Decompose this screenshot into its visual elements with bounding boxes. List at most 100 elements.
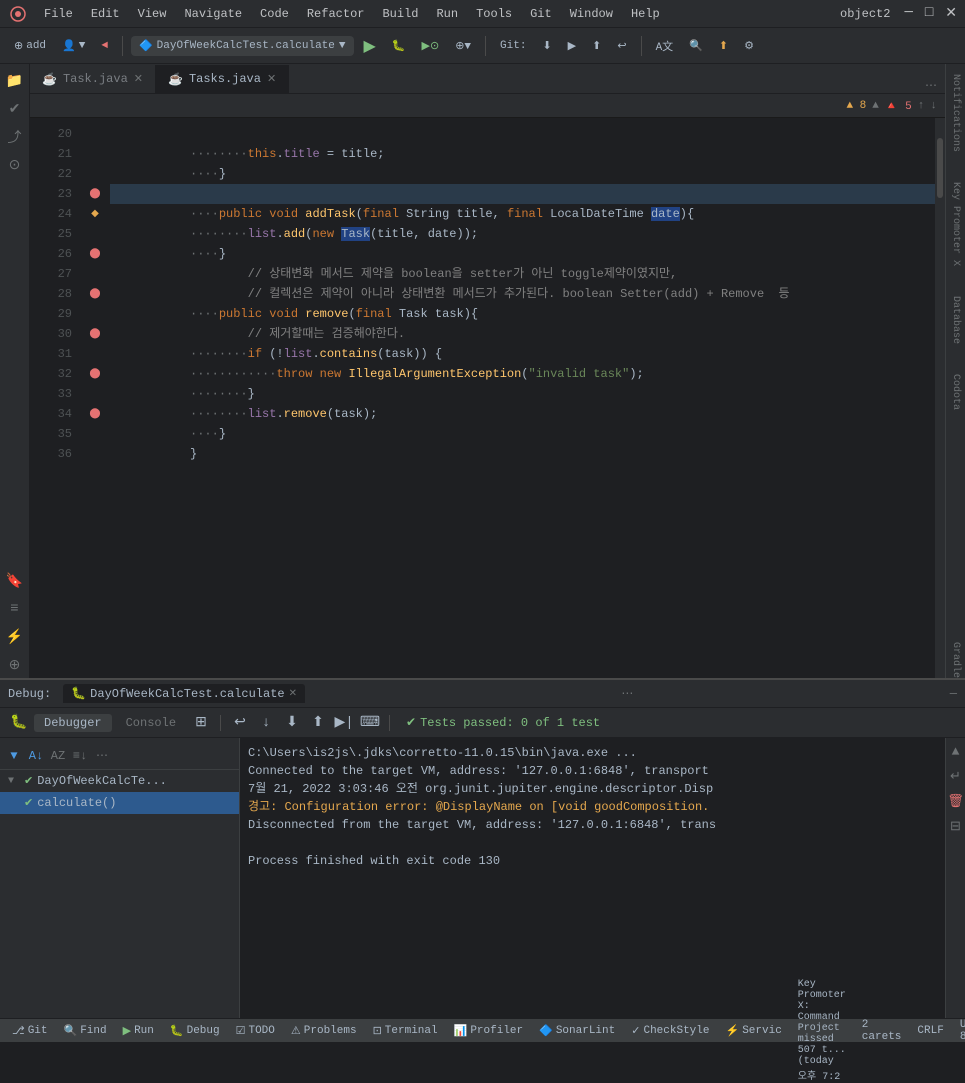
sidebar-pull-requests-icon[interactable]: ⤴ [2,124,28,150]
gutter-23-breakpoint[interactable]: ⬤ [80,184,110,204]
menu-git[interactable]: Git [522,5,560,23]
status-problems-item[interactable]: ⚠ Problems [287,1024,361,1038]
tab-task-java[interactable]: ☕ Task.java ✕ [30,65,156,93]
gutter-28-breakpoint[interactable]: ⬤ [80,284,110,304]
right-panel-database[interactable]: Database [950,296,961,344]
status-find-item[interactable]: 🔍 Find [60,1024,111,1038]
debug-tree-btn-more[interactable]: ⋯ [92,746,112,766]
debug-clear-icon[interactable]: 🗑 [947,794,964,809]
right-panel-notifications[interactable]: Notifications [950,74,961,152]
tab-task-java-close[interactable]: ✕ [134,72,143,86]
back-button[interactable]: ◄ [95,37,114,55]
more-run-button[interactable]: ⊕▼ [449,36,477,56]
error-up-btn[interactable]: ↑ [918,100,925,112]
sidebar-services-icon[interactable]: ⚡ [2,624,28,650]
vcs-button[interactable]: 👤 ▼ [56,36,91,56]
minimize-button[interactable]: ─ [904,5,912,22]
debug-tree-btn-3[interactable]: AZ [48,746,68,766]
status-encoding[interactable]: UTF-8 [956,1019,965,1043]
sidebar-bottom-icon[interactable]: ⊕ [2,652,28,678]
menu-edit[interactable]: Edit [83,5,128,23]
git-button[interactable]: Git: [494,37,532,55]
right-panel-gradle[interactable]: Gradle [950,642,961,678]
debug-tree-btn-2[interactable]: A↓ [26,746,46,766]
right-panel-codota[interactable]: Codota [950,374,961,410]
status-profiler-item[interactable]: 📊 Profiler [450,1024,528,1038]
debug-tab-debugger[interactable]: Debugger [34,714,112,732]
status-run-item[interactable]: ▶ Run [119,1024,158,1038]
right-panel-key-promoter[interactable]: Key Promoter X [950,182,961,266]
menu-help[interactable]: Help [623,5,668,23]
menu-run[interactable]: Run [428,5,466,23]
tab-tasks-java[interactable]: ☕ Tasks.java ✕ [156,65,289,93]
status-checkstyle-item[interactable]: ✓ CheckStyle [627,1024,713,1038]
debug-rerun-button[interactable]: 🐛 [8,712,30,734]
code-lines[interactable]: ········this.title = title; ····} ····pu… [110,118,935,678]
debug-step-out-button[interactable]: ⬆ [307,712,329,734]
debug-more-button[interactable]: ⋯ [621,686,633,701]
status-debug-item[interactable]: 🐛 Debug [166,1024,224,1038]
debug-wrap-icon[interactable]: ↵ [950,769,961,784]
menu-window[interactable]: Window [562,5,621,23]
sidebar-bookmarks-icon[interactable]: 🔖 [2,568,28,594]
debug-layout-button[interactable]: ⊞ [190,712,212,734]
status-line-ending[interactable]: CRLF [913,1025,947,1037]
upload-button[interactable]: ⬆ [713,36,734,56]
sidebar-commit-icon[interactable]: ✔ [2,96,28,122]
debug-tab-console[interactable]: Console [116,714,186,732]
debug-tree-item-main[interactable]: ▼ ✔ DayOfWeekCalcTe... [0,770,239,792]
menu-code[interactable]: Code [252,5,297,23]
translate-button[interactable]: A文 [650,35,680,57]
menu-refactor[interactable]: Refactor [299,5,373,23]
settings-button[interactable]: ⚙ [738,36,760,56]
debug-step-over-button[interactable]: ↓ [255,712,277,734]
debug-tab-close[interactable]: ✕ [289,688,297,700]
menu-build[interactable]: Build [374,5,426,23]
tab-more-button[interactable]: ⋯ [917,78,945,93]
git-push-button[interactable]: ▶ [562,36,582,56]
gutter-34-breakpoint[interactable]: ⬤ [80,404,110,424]
gutter-32-breakpoint[interactable]: ⬤ [80,364,110,384]
status-sonar-item[interactable]: 🔷 SonarLint [535,1024,619,1038]
debug-tree-btn-1[interactable]: ▼ [4,746,24,766]
sidebar-project-icon[interactable]: 📁 [2,68,28,94]
add-button[interactable]: ⊕ add [8,36,52,56]
debug-filter-icon[interactable]: ⊟ [950,819,961,834]
debug-console[interactable]: C:\Users\is2js\.jdks\corretto-11.0.15\bi… [240,738,945,1018]
menu-view[interactable]: View [130,5,175,23]
debug-evaluate-button[interactable]: ⌨ [359,712,381,734]
menu-navigate[interactable]: Navigate [176,5,250,23]
coverage-button[interactable]: ▶⊙ [416,36,446,56]
status-carets[interactable]: 2 carets [858,1019,906,1043]
debug-tree-item-calculate[interactable]: ✔ calculate() [0,792,239,814]
run-config-selector[interactable]: 🔷 DayOfWeekCalcTest.calculate ▼ [131,36,354,56]
status-terminal-item[interactable]: ⊡ Terminal [369,1024,442,1038]
menu-file[interactable]: File [36,5,81,23]
status-todo-item[interactable]: ☑ TODO [232,1024,279,1038]
close-button[interactable]: ✕ [945,5,957,22]
git-revert-button[interactable]: ↩ [611,36,632,56]
git-pull-button[interactable]: ⬆ [586,36,607,56]
sidebar-structure-icon[interactable]: ≡ [2,596,28,622]
debug-tab-file[interactable]: 🐛 DayOfWeekCalcTest.calculate ✕ [63,684,305,703]
run-button[interactable]: ▶ [358,33,382,59]
error-down-btn[interactable]: ↓ [930,100,937,112]
status-git-item[interactable]: ⎇ Git [8,1024,52,1038]
maximize-button[interactable]: □ [925,5,933,22]
editor-scrollbar[interactable] [935,118,945,678]
search-button[interactable]: 🔍 [683,36,709,56]
menu-tools[interactable]: Tools [468,5,520,23]
debug-run-button[interactable]: 🐛 [386,36,412,56]
sidebar-github-icon[interactable]: ⊙ [2,152,28,178]
error-up-icon[interactable]: ▲ [872,100,879,112]
debug-resume-button[interactable]: ↩ [229,712,251,734]
status-servic-item[interactable]: ⚡ Servic [721,1024,785,1038]
debug-run-to-cursor-button[interactable]: ▶| [333,712,355,734]
debug-step-into-button[interactable]: ⬇ [281,712,303,734]
gutter-26-breakpoint[interactable]: ⬤ [80,244,110,264]
debug-minimize-button[interactable]: ─ [950,687,957,701]
scroll-thumb[interactable] [937,138,943,198]
debug-scroll-up-icon[interactable]: ▲ [952,744,960,759]
tab-tasks-java-close[interactable]: ✕ [267,72,276,86]
gutter-30-breakpoint[interactable]: ⬤ [80,324,110,344]
